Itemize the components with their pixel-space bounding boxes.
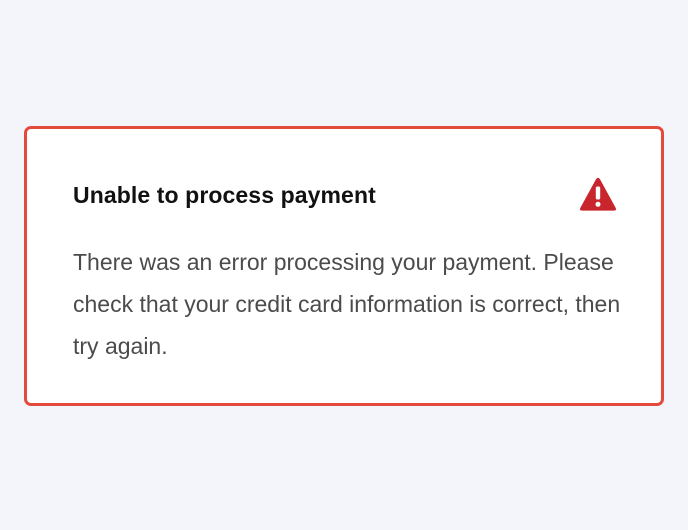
inline-alert: Unable to process payment There was an e… xyxy=(24,126,664,406)
alert-message: There was an error processing your payme… xyxy=(73,249,621,359)
alert-title: Unable to process payment xyxy=(73,182,376,208)
alert-triangle-icon xyxy=(579,177,617,211)
